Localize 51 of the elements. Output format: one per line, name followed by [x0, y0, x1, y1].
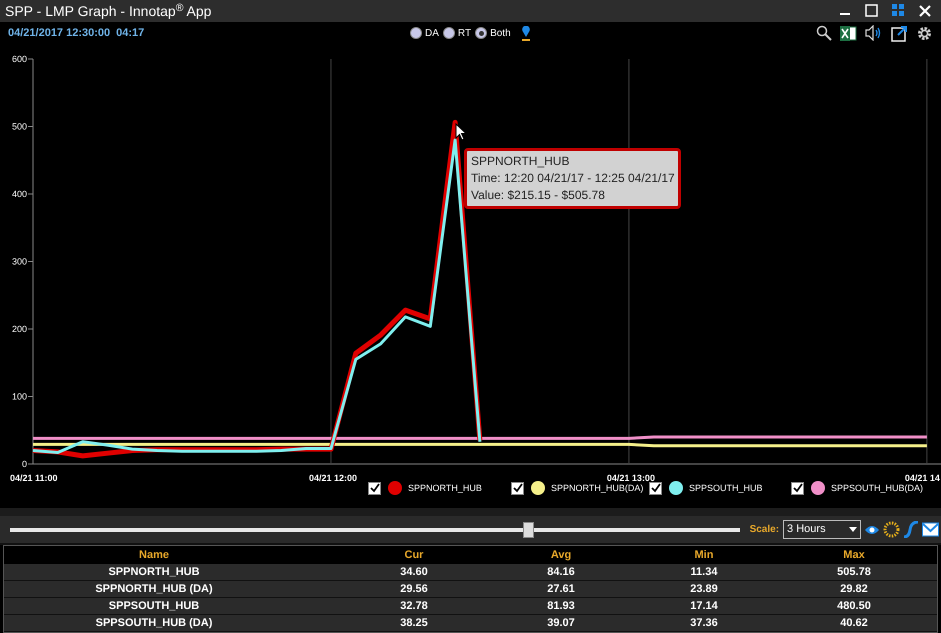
tooltip-line: SPPNORTH_HUB: [471, 153, 570, 170]
table-cell-text: 11.34: [690, 565, 718, 580]
tooltip-line: Value: $215.15 - $505.78: [471, 187, 606, 204]
column-header[interactable]: Max: [810, 546, 898, 564]
table-cell-text: 29.56: [399, 582, 429, 597]
y-tick-label: 600: [12, 54, 27, 64]
column-header[interactable]: Cur: [304, 546, 524, 564]
elapsed-time: 04:17: [116, 26, 144, 41]
table-cell-text: SPPSOUTH_HUB: [108, 599, 200, 614]
x-tick-label: 04/21 12:00: [308, 473, 357, 484]
datetime-text: 04/21/2017 12:30:00: [8, 26, 110, 41]
table-cell-text: 29.82: [839, 582, 869, 597]
table-cell-text: 81.93: [546, 599, 576, 614]
column-header[interactable]: Name: [4, 546, 304, 564]
table-cell-text: 34.60: [399, 565, 429, 580]
scale-dropdown[interactable]: 3 Hours: [783, 520, 861, 540]
table-cell-text: SPPSOUTH_HUB (DA): [94, 616, 214, 631]
mode-label: DA: [425, 26, 439, 41]
table-cell-text: 27.61: [546, 582, 576, 597]
x-tick-label: 04/21 11:00: [10, 473, 58, 484]
x-tick-label: 04/21 13:00: [606, 473, 655, 484]
column-header[interactable]: Avg: [524, 546, 598, 564]
scale-label: Scale:: [750, 523, 780, 538]
legend-label: SPPSOUTH_HUB: [689, 482, 763, 495]
tooltip-line: Time: 12:20 04/21/17 - 12:25 04/21/17: [471, 170, 674, 188]
table-cell-text: SPPNORTH_HUB: [107, 565, 201, 580]
column-header[interactable]: Min: [598, 546, 810, 564]
table-cell-text: 40.62: [839, 616, 869, 631]
y-tick-label: 400: [12, 189, 27, 200]
table-cell-text: 480.50: [836, 599, 872, 614]
table-cell-text: SPPNORTH_HUB (DA): [94, 582, 214, 597]
y-tick-label: 200: [12, 324, 27, 334]
table-cell-text: 17.14: [689, 599, 719, 614]
mode-label: Both: [490, 26, 511, 41]
x-tick-label: 04/21 14: [904, 473, 940, 484]
y-tick-label: 300: [12, 256, 27, 267]
y-tick-label: 100: [12, 392, 27, 402]
table-cell-text: 38.25: [399, 616, 429, 631]
legend-label: SPPNORTH_HUB(DA): [551, 482, 644, 495]
table-cell-text: 32.78: [399, 599, 429, 614]
legend-label: SPPSOUTH_HUB(DA): [831, 482, 924, 495]
y-tick-label: 0: [22, 459, 27, 470]
table-cell-text: 39.07: [546, 616, 576, 631]
table-cell-text: 84.16: [546, 565, 576, 580]
table-cell-text: 505.78: [836, 565, 872, 580]
legend-label: SPPNORTH_HUB: [408, 482, 482, 495]
y-tick-label: 500: [12, 122, 27, 132]
mode-label: RT: [458, 26, 472, 41]
table-cell-text: 23.89: [689, 582, 719, 597]
table-cell-text: 37.36: [689, 616, 719, 631]
window-title: SPP - LMP Graph - Innotap$^{®}$ App: [5, 4, 212, 18]
